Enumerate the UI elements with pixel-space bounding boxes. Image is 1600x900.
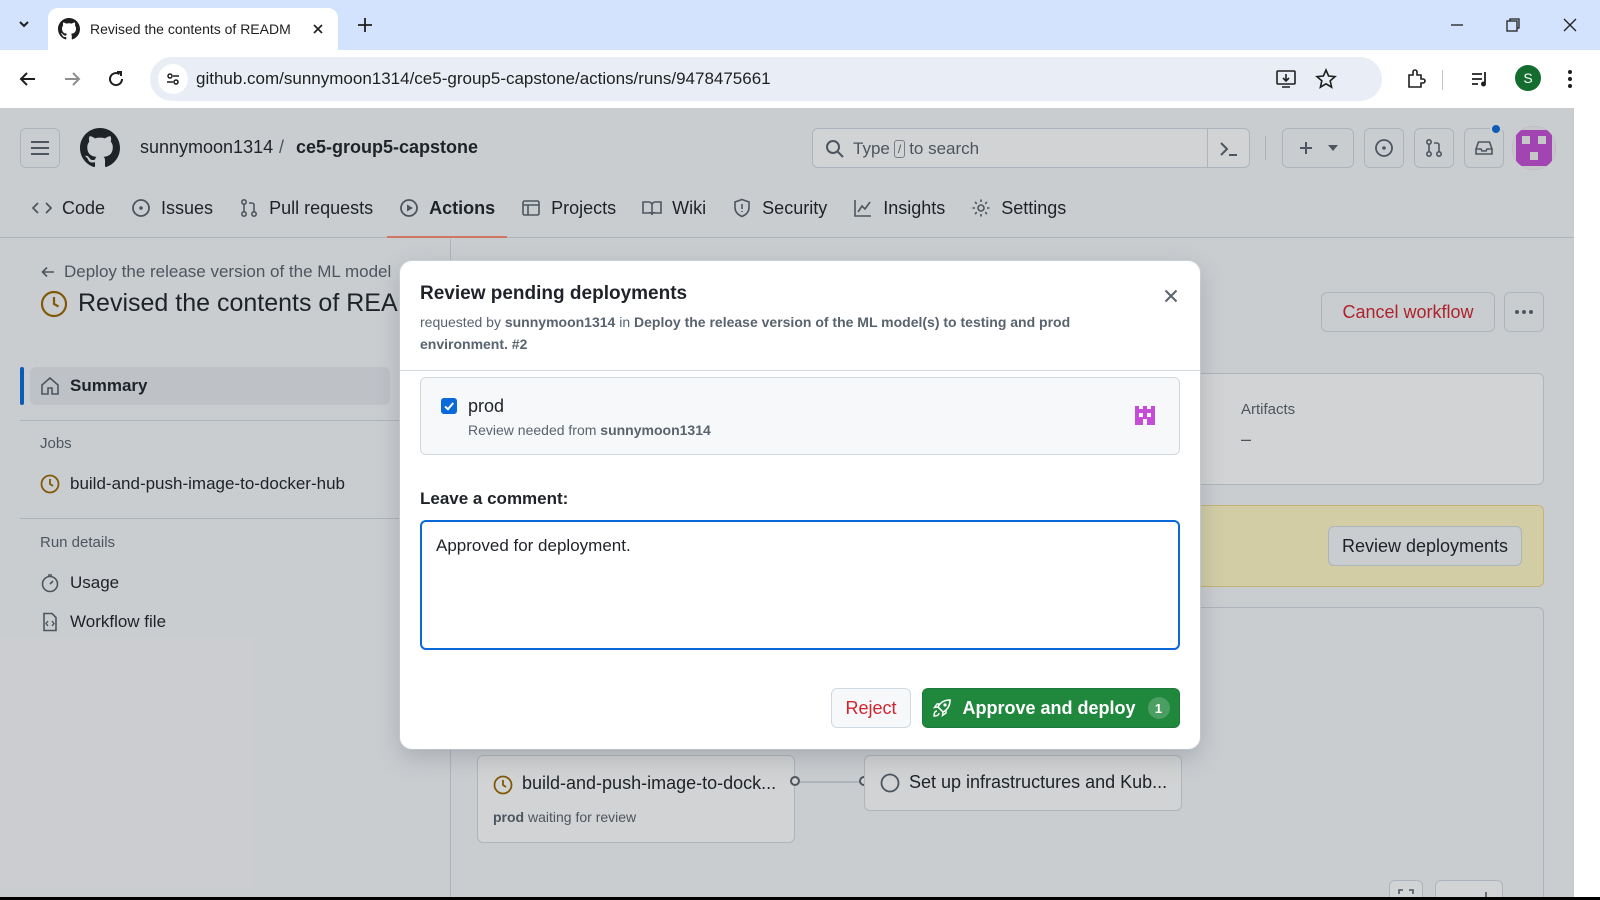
checkmark-icon	[444, 402, 454, 411]
reload-button[interactable]	[102, 65, 130, 93]
reject-button[interactable]: Reject	[831, 688, 911, 728]
environment-name: prod	[468, 396, 505, 416]
browser-tab-strip: Revised the contents of READM	[0, 0, 1600, 50]
address-bar[interactable]: github.com/sunnymoon1314/ce5-group5-caps…	[150, 57, 1382, 101]
media-control-icon[interactable]	[1466, 65, 1494, 93]
close-window-button[interactable]	[1557, 12, 1583, 38]
approve-count-badge: 1	[1147, 697, 1170, 719]
extensions-icon[interactable]	[1402, 65, 1430, 93]
close-icon	[1563, 18, 1577, 32]
close-icon	[1164, 289, 1178, 303]
reviewer-avatar-icon	[1133, 404, 1157, 428]
tab-title: Revised the contents of READM	[90, 21, 291, 37]
restore-window-button[interactable]	[1500, 12, 1526, 38]
rocket-icon	[933, 699, 952, 718]
approve-label: Approve and deploy	[962, 697, 1136, 718]
url-text[interactable]: github.com/sunnymoon1314/ce5-group5-caps…	[196, 69, 771, 89]
github-favicon-icon	[58, 18, 80, 40]
requester-name[interactable]: sunnymoon1314	[505, 314, 615, 330]
dialog-header-divider	[400, 370, 1200, 371]
environment-reviewer-text: Review needed from sunnymoon1314	[468, 422, 711, 438]
new-tab-button[interactable]	[352, 12, 378, 38]
forward-button[interactable]	[58, 65, 86, 93]
site-info-icon[interactable]	[158, 64, 188, 94]
reload-icon	[109, 71, 124, 87]
restore-icon	[1506, 18, 1520, 32]
dialog-subtitle: requested by sunnymoon1314 in Deploy the…	[420, 314, 1071, 352]
dialog-close-button[interactable]	[1156, 281, 1186, 311]
minimize-icon	[1451, 24, 1463, 26]
comment-textarea[interactable]: Approved for deployment.	[420, 520, 1180, 650]
environment-option-prod: prod Review needed from sunnymoon1314	[420, 377, 1180, 455]
install-app-icon[interactable]	[1274, 67, 1298, 91]
plus-icon	[358, 18, 372, 32]
page-scrollbar[interactable]	[1574, 108, 1600, 900]
run-number: #2	[511, 336, 528, 352]
toolbar-divider	[1442, 70, 1443, 90]
reviewer-name: sunnymoon1314	[600, 422, 711, 438]
environment-checkbox[interactable]	[441, 398, 457, 414]
approve-and-deploy-button[interactable]: Approve and deploy 1	[922, 688, 1180, 728]
review-deployments-dialog: Review pending deployments requested by …	[400, 261, 1200, 749]
arrow-left-icon	[19, 72, 35, 86]
comment-label: Leave a comment:	[420, 489, 569, 508]
tab-search-button[interactable]	[10, 10, 38, 38]
profile-avatar[interactable]: S	[1515, 65, 1541, 91]
minimize-window-button[interactable]	[1444, 12, 1470, 38]
browser-toolbar: github.com/sunnymoon1314/ce5-group5-caps…	[0, 50, 1600, 108]
arrow-right-icon	[65, 72, 81, 86]
back-button[interactable]	[14, 65, 42, 93]
chevron-down-icon	[19, 21, 29, 28]
bookmark-star-icon[interactable]	[1314, 67, 1338, 91]
dialog-title: Review pending deployments	[420, 283, 688, 304]
close-tab-icon[interactable]	[308, 19, 328, 39]
browser-tab-active[interactable]: Revised the contents of READM	[48, 8, 338, 50]
browser-menu-icon[interactable]	[1556, 65, 1584, 93]
